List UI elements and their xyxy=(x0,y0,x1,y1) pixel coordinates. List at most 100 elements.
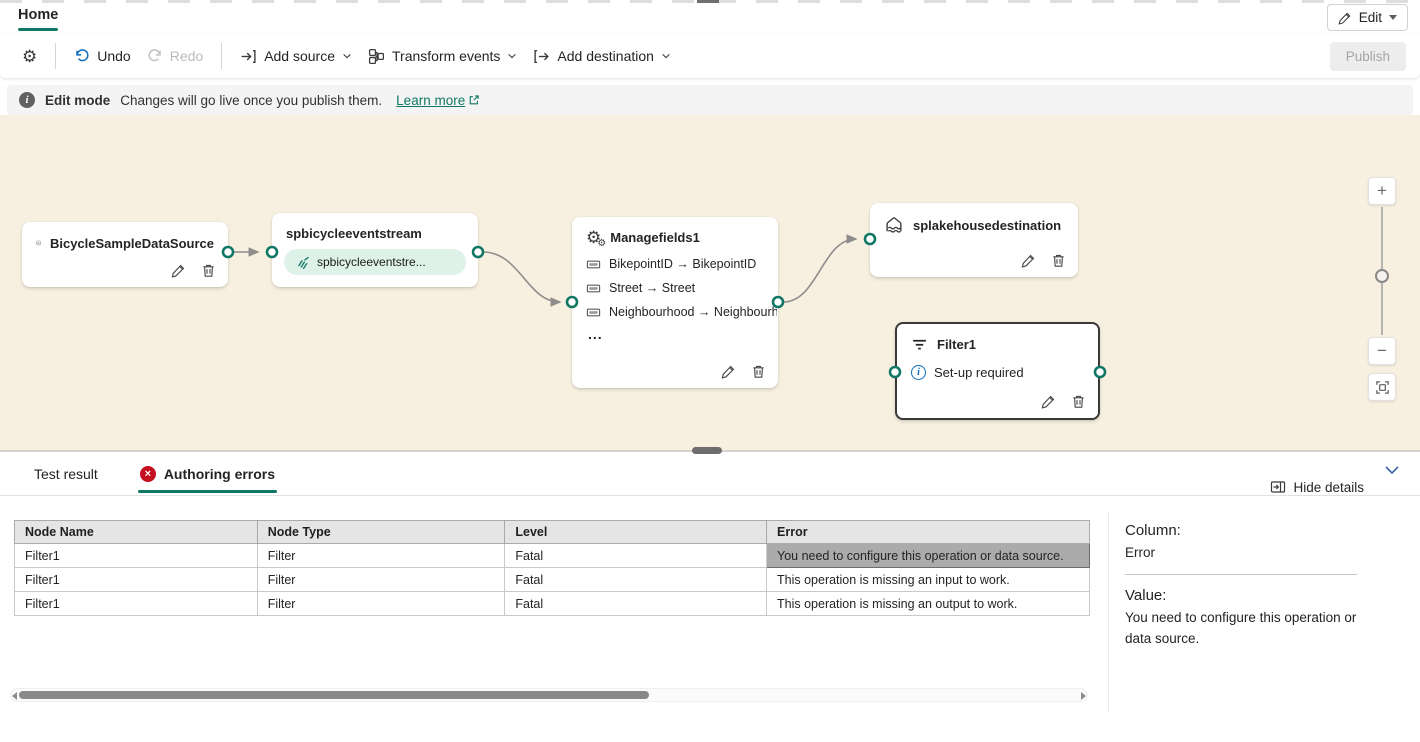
toolbar-separator xyxy=(55,43,57,69)
field-mapping-label: Neighbourhood → Neighbourhood xyxy=(609,305,777,319)
scroll-left-arrow[interactable] xyxy=(12,692,17,700)
trash-icon xyxy=(1073,395,1084,408)
details-separator xyxy=(1125,573,1357,575)
node-managefields1[interactable]: ⚙ ⚙ Managefields1 BikepointID → Bikepoint… xyxy=(572,217,778,388)
settings-button[interactable]: ⚙ xyxy=(14,42,45,71)
cell-level[interactable]: Fatal xyxy=(504,567,767,592)
scroll-right-arrow[interactable] xyxy=(1081,692,1086,700)
chevron-down-icon xyxy=(343,53,351,59)
panel-resize-handle[interactable] xyxy=(692,447,722,454)
error-details-pane: Column: Error Value: You need to configu… xyxy=(1125,522,1357,650)
zoom-out-button[interactable]: − xyxy=(1368,337,1396,365)
field-icon xyxy=(586,308,601,316)
edge-stream-to-managefields xyxy=(482,251,562,307)
node-title: Filter1 xyxy=(937,337,977,352)
delete-node-button[interactable] xyxy=(1051,253,1066,268)
filter-icon xyxy=(913,339,926,350)
add-destination-button[interactable]: Add destination xyxy=(525,42,679,71)
edit-mode-button[interactable]: Edit xyxy=(1326,4,1408,31)
undo-button[interactable]: Undo xyxy=(66,42,138,70)
eventstream-canvas[interactable]: BicycleSampleDataSource spbicycleeventst… xyxy=(0,115,1420,450)
setup-required-status: i Set-up required xyxy=(897,353,1098,380)
node-bicycle-sample-data-source[interactable]: BicycleSampleDataSource xyxy=(22,222,228,287)
table-row[interactable]: Filter1 Filter Fatal This operation is m… xyxy=(14,591,1090,616)
field-mapping-row: Street → Street xyxy=(572,276,778,300)
add-destination-icon xyxy=(534,49,550,63)
column-header-node-type[interactable]: Node Type xyxy=(256,520,506,544)
cell-error[interactable]: This operation is missing an input to wo… xyxy=(766,567,1090,592)
cell-node-name[interactable]: Filter1 xyxy=(14,591,258,616)
field-icon xyxy=(586,260,601,268)
field-mapping-row: BikepointID → BikepointID xyxy=(572,252,778,276)
column-header-node-name[interactable]: Node Name xyxy=(14,520,258,544)
transform-events-label: Transform events xyxy=(392,48,501,64)
delete-node-button[interactable] xyxy=(201,263,216,278)
active-tab-underline xyxy=(18,28,59,31)
panel-resize-divider[interactable] xyxy=(0,447,1420,454)
delete-node-button[interactable] xyxy=(751,364,766,379)
cell-error-selected[interactable]: You need to configure this operation or … xyxy=(766,543,1090,568)
publish-button[interactable]: Publish xyxy=(1329,41,1406,71)
panel-tab-bar: Test result × Authoring errors Hide deta… xyxy=(0,452,1420,496)
table-header-row: Node Name Node Type Level Error xyxy=(14,520,1090,544)
tab-authoring-errors[interactable]: × Authoring errors xyxy=(137,466,278,495)
zoom-slider-track[interactable] xyxy=(1375,207,1389,335)
cell-node-type[interactable]: Filter xyxy=(256,567,506,592)
trash-icon xyxy=(1053,254,1064,267)
cell-node-type[interactable]: Filter xyxy=(256,591,506,616)
add-source-label: Add source xyxy=(264,48,336,64)
tab-test-result[interactable]: Test result xyxy=(32,466,100,495)
stream-pill[interactable]: spbicycleeventstre... xyxy=(284,249,466,275)
edit-mode-banner: i Edit mode Changes will go live once yo… xyxy=(7,85,1413,115)
cell-level[interactable]: Fatal xyxy=(504,543,767,568)
sample-data-icon xyxy=(36,240,41,246)
active-tab-underline xyxy=(137,490,278,493)
external-link-icon xyxy=(469,95,479,105)
window-top-edge xyxy=(0,0,1420,3)
collapse-panel-chevron-icon[interactable] xyxy=(1382,462,1402,478)
tab-home[interactable]: Home xyxy=(18,7,59,31)
delete-node-button[interactable] xyxy=(1071,394,1086,409)
field-mapping-label: BikepointID → BikepointID xyxy=(609,257,757,271)
node-splakehousedestination[interactable]: splakehousedestination xyxy=(870,203,1078,277)
fit-to-screen-button[interactable] xyxy=(1368,373,1396,401)
pencil-icon xyxy=(1021,254,1035,268)
cell-error[interactable]: This operation is missing an output to w… xyxy=(766,591,1090,616)
column-header-error[interactable]: Error xyxy=(766,520,1090,544)
tab-home-label: Home xyxy=(18,7,59,23)
node-filter1-selected[interactable]: Filter1 i Set-up required xyxy=(895,322,1100,420)
redo-button[interactable]: Redo xyxy=(139,42,211,70)
edit-node-button[interactable] xyxy=(721,364,736,379)
edge-managefields-to-destination xyxy=(782,234,858,303)
cell-node-name[interactable]: Filter1 xyxy=(14,543,258,568)
table-row[interactable]: Filter1 Filter Fatal You need to configu… xyxy=(14,543,1090,568)
ribbon-tab-bar: Home Edit xyxy=(0,0,1420,34)
cell-level[interactable]: Fatal xyxy=(504,591,767,616)
column-header-level[interactable]: Level xyxy=(504,520,767,544)
details-pane-divider xyxy=(1108,512,1109,712)
caret-down-icon xyxy=(1389,15,1397,20)
details-value-text: You need to configure this operation or … xyxy=(1125,609,1357,646)
add-source-icon xyxy=(241,49,256,63)
transform-events-button[interactable]: Transform events xyxy=(360,42,525,71)
hide-details-button[interactable]: Hide details xyxy=(1270,479,1364,495)
cell-node-name[interactable]: Filter1 xyxy=(14,567,258,592)
minus-icon: − xyxy=(1377,341,1387,360)
details-value-label: Value: xyxy=(1125,586,1167,604)
learn-more-link[interactable]: Learn more xyxy=(396,93,480,108)
undo-label: Undo xyxy=(97,48,131,64)
edit-node-button[interactable] xyxy=(1021,253,1036,268)
manage-fields-icon: ⚙ ⚙ xyxy=(586,228,607,249)
table-row[interactable]: Filter1 Filter Fatal This operation is m… xyxy=(14,567,1090,592)
edit-node-button[interactable] xyxy=(1041,394,1056,409)
zoom-slider-handle[interactable] xyxy=(1375,269,1389,283)
add-source-button[interactable]: Add source xyxy=(232,42,360,71)
undo-icon xyxy=(76,49,89,62)
cell-node-type[interactable]: Filter xyxy=(256,543,506,568)
horizontal-scrollbar[interactable] xyxy=(10,688,1088,702)
more-fields-ellipsis[interactable]: ... xyxy=(572,324,778,342)
zoom-in-button[interactable]: + xyxy=(1368,177,1396,205)
edit-node-button[interactable] xyxy=(171,263,186,278)
node-spbicycleeventstream[interactable]: spbicycleeventstream spbicycleeventstre.… xyxy=(272,213,478,287)
scrollbar-thumb[interactable] xyxy=(19,691,649,699)
